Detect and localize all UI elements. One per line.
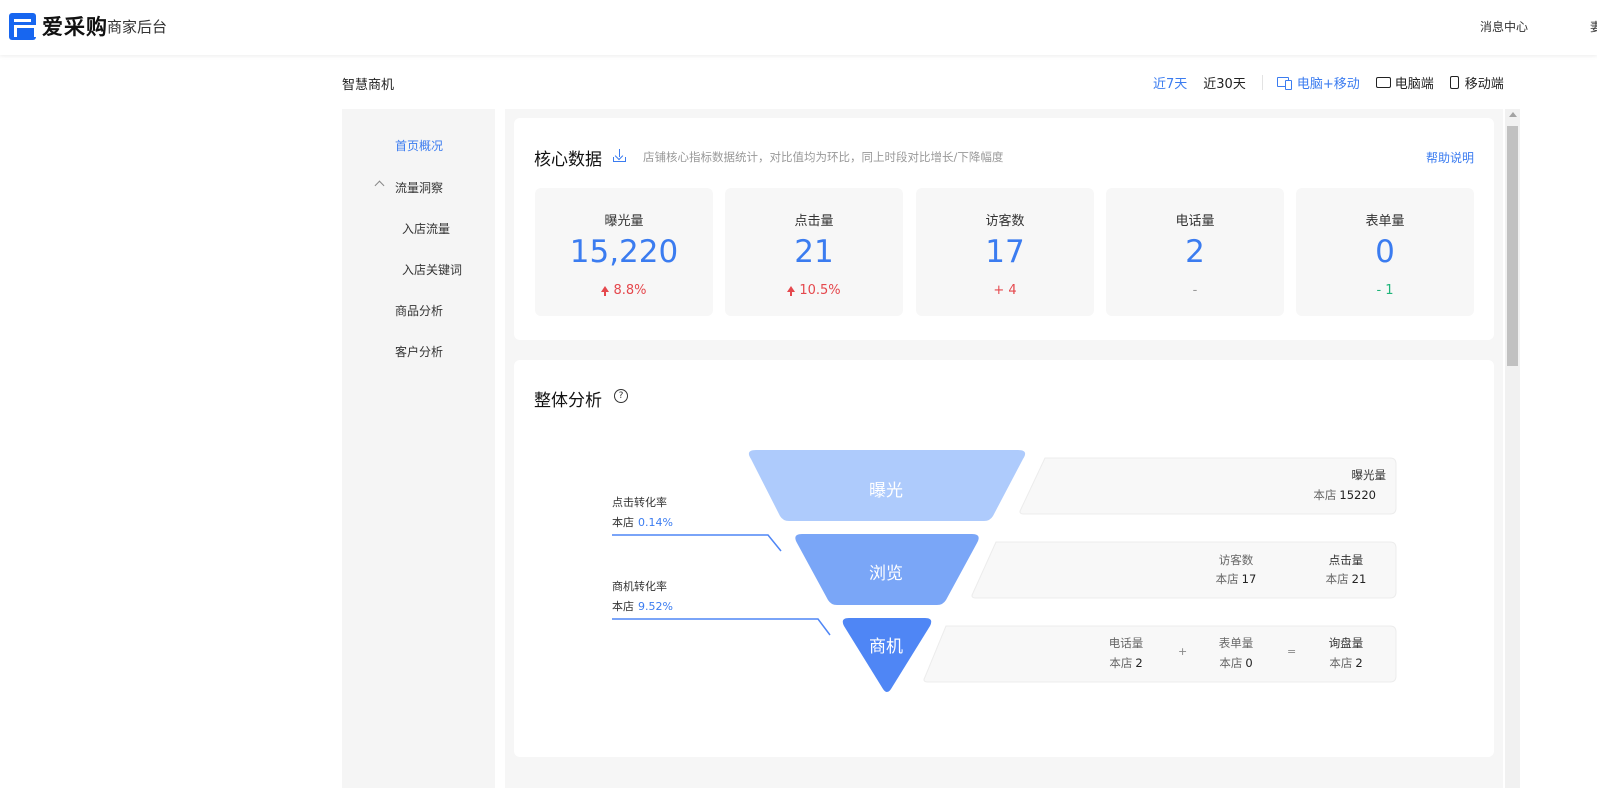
lead-box-calls-label: 电话量 — [1108, 636, 1144, 650]
box-number: 0 — [1245, 656, 1253, 670]
box-number: 15220 — [1339, 488, 1376, 502]
browse-stat-box — [971, 541, 1397, 599]
lead-conversion-line — [612, 618, 831, 636]
conv-rate: 9.52% — [638, 600, 673, 613]
box-number: 2 — [1135, 656, 1143, 670]
browse-box-clicks-value: 本店 21 — [1306, 571, 1386, 587]
lead-box-inquiries-label: 询盘量 — [1328, 636, 1364, 650]
browse-box-visitors-value: 本店 17 — [1196, 571, 1276, 587]
plus-operator: + — [1178, 645, 1188, 658]
box-number: 2 — [1355, 656, 1363, 670]
box-prefix: 本店 — [1219, 656, 1243, 670]
conv-prefix: 本店 — [612, 516, 634, 529]
conv-rate: 0.14% — [638, 516, 673, 529]
lead-box-forms-value: 本店 0 — [1196, 655, 1276, 671]
box-prefix: 本店 — [1329, 656, 1353, 670]
box-prefix: 本店 — [1109, 656, 1133, 670]
equals-operator: = — [1287, 645, 1297, 658]
lead-conversion-label: 商机转化率 — [612, 580, 667, 593]
click-conversion-value: 本店 0.14% — [612, 514, 673, 530]
box-number: 21 — [1351, 572, 1367, 586]
lead-box-inquiries-value: 本店 2 — [1306, 655, 1386, 671]
click-conversion-label: 点击转化率 — [612, 496, 667, 509]
box-number: 17 — [1241, 572, 1257, 586]
lead-box-calls-value: 本店 2 — [1086, 655, 1166, 671]
box-prefix: 本店 — [1215, 572, 1239, 586]
browse-box-clicks-label: 点击量 — [1328, 553, 1364, 567]
click-conversion-line — [612, 534, 782, 552]
browse-box-visitors-label: 访客数 — [1218, 553, 1254, 567]
box-prefix: 本店 — [1325, 572, 1349, 586]
conv-prefix: 本店 — [612, 600, 634, 613]
box-prefix: 本店 — [1313, 488, 1337, 502]
stage-label-browse: 浏览 — [869, 564, 903, 584]
stage-label-lead: 商机 — [869, 637, 903, 657]
exposure-box-value: 本店 15220 — [1266, 487, 1376, 503]
exposure-box-label: 曝光量 — [1351, 468, 1387, 482]
stage-label-exposure: 曝光 — [869, 481, 903, 501]
lead-conversion-value: 本店 9.52% — [612, 598, 673, 614]
lead-box-forms-label: 表单量 — [1218, 636, 1254, 650]
